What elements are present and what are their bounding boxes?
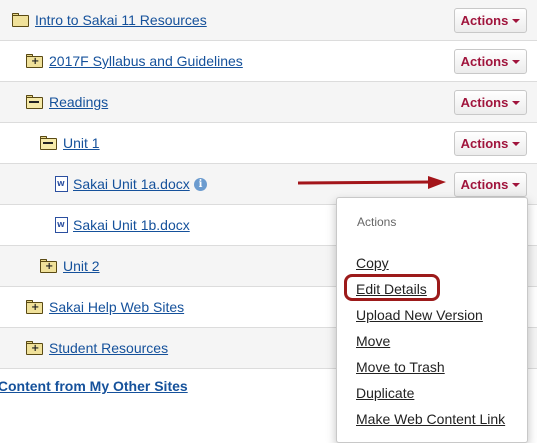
info-icon[interactable]: i (194, 178, 207, 191)
actions-label: Actions (460, 136, 509, 151)
other-sites-link[interactable]: Content from My Other Sites (0, 378, 188, 394)
menu-item-edit-details[interactable]: Edit Details (356, 281, 427, 297)
resource-link-unit-1a[interactable]: Sakai Unit 1a.docx (73, 176, 190, 192)
actions-button[interactable]: Actions (454, 8, 527, 33)
table-row: + 2017F Syllabus and Guidelines Actions (0, 41, 537, 82)
folder-expand-icon[interactable]: + (26, 54, 43, 68)
folder-icon (12, 13, 29, 27)
menu-item-copy[interactable]: Copy (356, 255, 389, 271)
caret-down-icon (512, 18, 521, 23)
resource-link-intro[interactable]: Intro to Sakai 11 Resources (35, 12, 207, 28)
menu-item-move-to-trash[interactable]: Move to Trash (356, 359, 445, 375)
actions-label: Actions (460, 54, 509, 69)
folder-expand-icon[interactable]: + (40, 259, 57, 273)
caret-down-icon (512, 59, 521, 64)
actions-button[interactable]: Actions (454, 90, 527, 115)
actions-label: Actions (460, 177, 509, 192)
resource-link-student-resources[interactable]: Student Resources (49, 340, 168, 356)
folder-collapse-icon[interactable] (26, 95, 43, 109)
actions-dropdown-menu: Actions Copy Edit Details Upload New Ver… (336, 197, 528, 443)
table-row: Unit 1 Actions (0, 123, 537, 164)
menu-item-move[interactable]: Move (356, 333, 390, 349)
resource-link-unit-2[interactable]: Unit 2 (63, 258, 100, 274)
resource-link-syllabus[interactable]: 2017F Syllabus and Guidelines (49, 53, 243, 69)
menu-item-upload-new-version[interactable]: Upload New Version (356, 307, 483, 323)
actions-button[interactable]: Actions (454, 172, 527, 197)
menu-header: Actions (357, 215, 397, 229)
resource-link-unit-1[interactable]: Unit 1 (63, 135, 100, 151)
word-document-icon: W (55, 217, 68, 233)
table-row: Intro to Sakai 11 Resources Actions (0, 0, 537, 41)
folder-collapse-icon[interactable] (40, 136, 57, 150)
resource-link-unit-1b[interactable]: Sakai Unit 1b.docx (73, 217, 190, 233)
annotation-arrow-icon (298, 176, 446, 189)
word-document-icon: W (55, 176, 68, 192)
resource-link-readings[interactable]: Readings (49, 94, 108, 110)
folder-expand-icon[interactable]: + (26, 300, 43, 314)
folder-expand-icon[interactable]: + (26, 341, 43, 355)
actions-label: Actions (460, 13, 509, 28)
actions-button[interactable]: Actions (454, 131, 527, 156)
actions-button[interactable]: Actions (454, 49, 527, 74)
caret-down-icon (512, 100, 521, 105)
resource-link-help-sites[interactable]: Sakai Help Web Sites (49, 299, 184, 315)
menu-item-make-web-content-link[interactable]: Make Web Content Link (356, 411, 505, 427)
caret-down-icon (512, 141, 521, 146)
caret-down-icon (512, 182, 521, 187)
menu-item-duplicate[interactable]: Duplicate (356, 385, 414, 401)
table-row: Readings Actions (0, 82, 537, 123)
actions-label: Actions (460, 95, 509, 110)
